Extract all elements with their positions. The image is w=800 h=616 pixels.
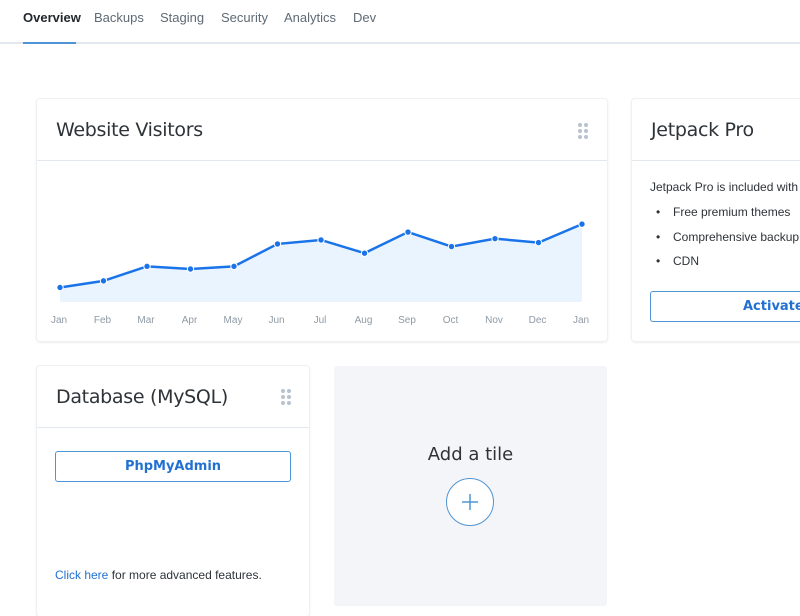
card-header: Jetpack Pro <box>632 99 800 161</box>
x-tick-label: Aug <box>355 315 373 326</box>
x-tick-label: Sep <box>398 315 416 326</box>
chart-point[interactable] <box>491 234 499 243</box>
x-tick-label: Nov <box>485 315 503 326</box>
x-tick-label: Jan <box>573 315 589 326</box>
x-tick-label: Mar <box>137 315 155 326</box>
add-tile-button[interactable] <box>446 478 494 526</box>
card-header: Database (MySQL) <box>37 366 309 428</box>
chart-point[interactable] <box>447 242 456 251</box>
x-tick-label: Dec <box>529 315 547 326</box>
x-tick-label: Feb <box>94 315 112 326</box>
chart-point[interactable] <box>317 236 325 244</box>
website-visitors-card: Website Visitors Jan Feb Mar Apr May Jun Jul Au… <box>37 99 607 341</box>
feature-item: Free premium themes <box>656 205 790 219</box>
x-tick-label: May <box>224 315 243 326</box>
chart-point[interactable] <box>578 220 586 228</box>
card-header: Website Visitors <box>37 99 607 161</box>
card-title: Database (MySQL) <box>56 386 228 408</box>
phpmyadmin-button[interactable]: PhpMyAdmin <box>55 451 291 482</box>
active-tab-indicator <box>23 42 76 44</box>
chart-point[interactable] <box>99 277 108 285</box>
card-title: Website Visitors <box>56 119 203 141</box>
drag-handle-icon[interactable] <box>578 123 588 139</box>
chart-area <box>60 224 582 302</box>
tab-bar: Overview Backups Staging Security Analyt… <box>0 0 800 44</box>
advanced-features-suffix: for more advanced features. <box>108 568 262 582</box>
visitors-chart: Jan Feb Mar Apr May Jun Jul Aug Sep Oct Nov Dec Jan <box>51 220 589 326</box>
x-tick-label: Jan <box>51 315 67 326</box>
tab-analytics[interactable]: Analytics <box>284 10 336 25</box>
x-tick-label: Oct <box>443 315 459 326</box>
tab-staging[interactable]: Staging <box>160 10 204 25</box>
jetpack-pro-card: Jetpack Pro Jetpack Pro is included with… <box>632 99 800 341</box>
chart-point[interactable] <box>360 249 369 257</box>
click-here-link[interactable]: Click here <box>55 568 108 582</box>
jetpack-description: Jetpack Pro is included with <box>650 180 799 194</box>
chart-point[interactable] <box>230 262 238 271</box>
x-tick-label: Apr <box>182 315 198 326</box>
drag-handle-icon[interactable] <box>281 389 291 405</box>
chart-point[interactable] <box>56 283 64 292</box>
chart-point[interactable] <box>143 262 151 271</box>
tab-dev[interactable]: Dev <box>353 10 376 25</box>
activate-label: Activate <box>743 299 800 314</box>
chart-point[interactable] <box>404 228 412 236</box>
tab-backups[interactable]: Backups <box>94 10 144 25</box>
plus-icon <box>462 494 478 510</box>
chart-point[interactable] <box>186 265 195 273</box>
database-card: Database (MySQL) PhpMyAdmin Click here f… <box>37 366 309 616</box>
card-title: Jetpack Pro <box>651 119 754 141</box>
feature-item: CDN <box>656 254 699 268</box>
tab-security[interactable]: Security <box>221 10 268 25</box>
add-tile-title: Add a tile <box>427 444 514 465</box>
activate-button[interactable]: Activate <box>650 291 800 322</box>
chart-point[interactable] <box>534 238 543 247</box>
x-tick-label: Jun <box>268 315 284 326</box>
x-tick-label: Jul <box>314 315 327 326</box>
add-tile-card[interactable]: Add a tile <box>334 366 607 606</box>
feature-item: Comprehensive backup <box>656 230 799 244</box>
chart-point[interactable] <box>273 240 282 248</box>
tab-overview[interactable]: Overview <box>23 10 81 25</box>
advanced-features-text: Click here for more advanced features. <box>55 568 262 582</box>
